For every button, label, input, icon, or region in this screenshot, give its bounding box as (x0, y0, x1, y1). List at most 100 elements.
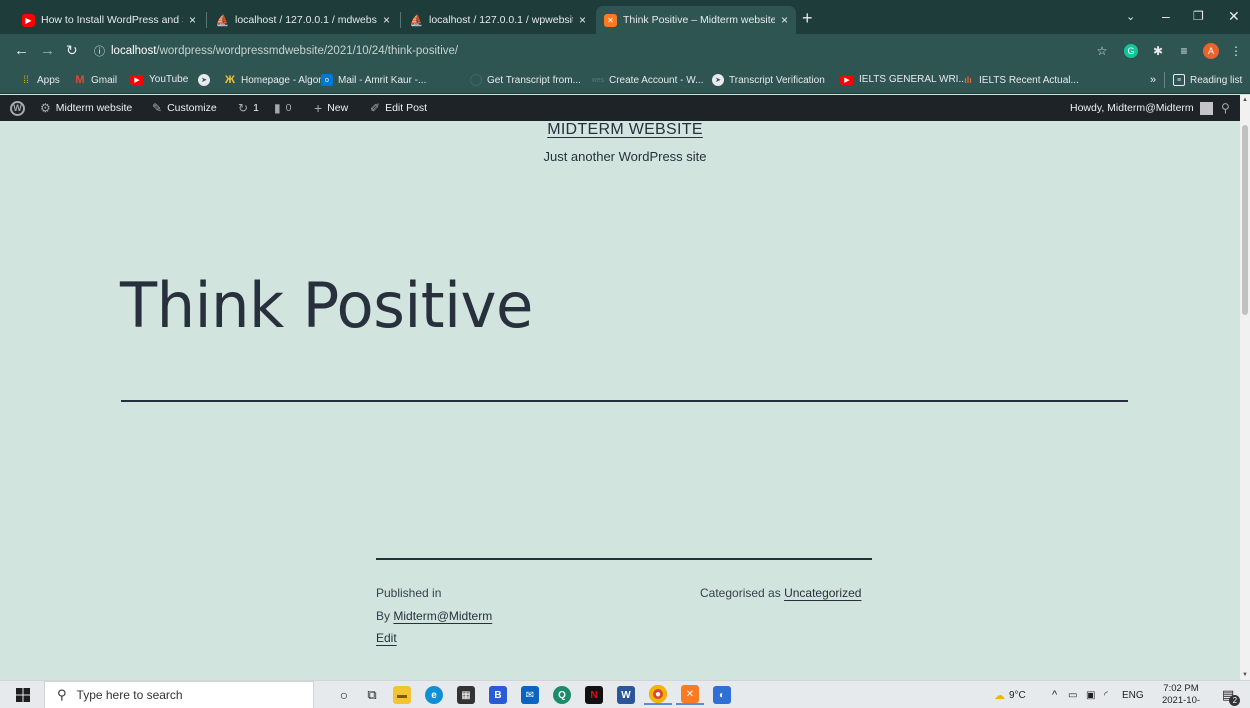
outlook-icon: o (321, 74, 333, 86)
taskbar-file-explorer[interactable]: ▬ (388, 685, 416, 705)
youtube-icon: ▶ (130, 74, 144, 85)
tab-strip: ▶ How to Install WordPress and Set × ⛵ l… (0, 0, 1250, 34)
window-close-button[interactable]: ✕ (1228, 8, 1240, 25)
close-icon[interactable]: × (781, 13, 788, 27)
bookmark-label: Get Transcript from... (487, 74, 581, 86)
tab-youtube-wordpress-install[interactable]: ▶ How to Install WordPress and Set × (14, 6, 204, 34)
wp-customize[interactable]: ✎ Customize (152, 95, 217, 121)
language-indicator[interactable]: ENG (1122, 681, 1144, 708)
site-title-link[interactable]: MIDTERM WEBSITE (547, 121, 703, 138)
bookmarks-overflow-button[interactable]: » (1150, 74, 1156, 86)
wes-icon: wes (591, 76, 605, 84)
wifi-icon[interactable]: ◜ (1104, 681, 1108, 708)
search-placeholder: Type here to search (76, 688, 183, 702)
brush-icon: ✎ (152, 101, 163, 115)
wp-site-name[interactable]: ⚙ Midterm website (40, 95, 132, 121)
address-bar[interactable]: ⓘ localhost/wordpress/wordpressmdwebsite… (94, 39, 1114, 63)
taskbar-b-app[interactable]: B (484, 685, 512, 705)
start-button[interactable] (14, 685, 32, 705)
edit-link[interactable]: Edit (376, 631, 397, 645)
wp-my-account[interactable]: Howdy, Midterm@Midterm (1070, 95, 1213, 121)
notification-badge: 2 (1229, 694, 1241, 706)
author-link[interactable]: Midterm@Midterm (393, 609, 492, 623)
bookmark-create-account[interactable]: wes Create Account - W... (591, 74, 704, 86)
taskbar-chrome-alt[interactable]: ◐ (708, 685, 736, 705)
tab-separator (206, 12, 207, 28)
tab-search-icon[interactable]: ⌄ (1126, 10, 1135, 23)
bookmark-star-icon[interactable]: ☆ (1094, 43, 1110, 59)
taskbar-store[interactable]: ▦ (452, 685, 480, 705)
taskbar-chrome[interactable]: ● (644, 685, 672, 705)
network-icon[interactable]: ▣ (1086, 681, 1095, 708)
wp-updates[interactable]: ↻ 1 (238, 95, 259, 121)
show-hidden-icons-button[interactable]: ^ (1052, 681, 1057, 708)
grammarly-icon[interactable]: G (1124, 44, 1138, 58)
scroll-up-icon[interactable]: ▲ (1242, 97, 1248, 103)
reload-button[interactable]: ↻ (66, 42, 78, 59)
wp-edit-post[interactable]: ✐ Edit Post (370, 95, 427, 121)
taskbar-word[interactable]: W (612, 685, 640, 705)
taskbar-search-input[interactable]: ⚲ Type here to search (44, 681, 314, 708)
taskbar-search-app[interactable]: Q (548, 685, 576, 705)
new-tab-button[interactable]: + (802, 9, 813, 27)
taskbar-clock[interactable]: 7:02 PM 2021-10-24 (1157, 683, 1205, 708)
menu-dots-icon[interactable]: ⋮ (1228, 43, 1244, 59)
cortana-icon[interactable]: ○ (334, 685, 354, 705)
taskbar-xampp[interactable]: ✕ (676, 685, 704, 705)
bookmark-globe[interactable]: ➤ (198, 74, 215, 86)
close-icon[interactable]: × (189, 13, 196, 27)
close-icon[interactable]: × (383, 13, 390, 27)
profile-avatar[interactable]: A (1203, 43, 1219, 59)
xampp-icon: ✕ (604, 13, 617, 27)
tab-phpmyadmin-wpwebsite[interactable]: ⛵ localhost / 127.0.0.1 / wpwebsite × (402, 6, 594, 34)
clock-time: 7:02 PM (1163, 683, 1199, 694)
bookmark-label: Homepage - Algon... (241, 74, 333, 86)
taskbar-edge[interactable]: e (420, 685, 448, 705)
bookmark-label: IELTS GENERAL WRI... (859, 74, 967, 85)
wp-logo-menu[interactable]: W (10, 95, 25, 121)
wp-new[interactable]: + New (314, 95, 348, 121)
maximize-button[interactable]: ❐ (1193, 9, 1204, 23)
taskbar-mail[interactable]: ✉ (516, 685, 544, 705)
bookmark-outlook[interactable]: o Mail - Amrit Kaur -... (321, 74, 426, 86)
battery-icon[interactable]: ▭ (1068, 681, 1077, 708)
forward-button[interactable]: → (40, 42, 55, 59)
task-view-icon[interactable]: ⧉ (360, 685, 384, 705)
bookmark-gmail[interactable]: M Gmail (74, 74, 117, 86)
close-icon[interactable]: × (579, 13, 586, 27)
bookmark-ielts-general[interactable]: ▶ IELTS GENERAL WRI... (840, 74, 967, 85)
reading-list-icon: ≡ (1173, 74, 1185, 86)
weather-widget[interactable]: ☁ 9°C (994, 681, 1026, 708)
notification-center-button[interactable]: ▤ 2 (1222, 681, 1241, 708)
apps-grid-icon: ⁞⁞ (23, 74, 29, 86)
info-icon[interactable]: ⓘ (94, 43, 105, 59)
tab-think-positive[interactable]: ✕ Think Positive – Midterm website × (596, 6, 796, 34)
extensions-icon[interactable]: ✱ (1150, 43, 1166, 59)
bookmark-label: Mail - Amrit Kaur -... (338, 74, 427, 86)
minimize-button[interactable]: – (1162, 8, 1170, 24)
tab-phpmyadmin-mdwebsite[interactable]: ⛵ localhost / 127.0.0.1 / mdwebsite × (208, 6, 398, 34)
media-controls-icon[interactable]: ≡ (1176, 43, 1192, 59)
wp-comments[interactable]: ▮ 0 (274, 95, 291, 121)
category-link[interactable]: Uncategorized (784, 586, 861, 600)
bookmarks-divider (1164, 72, 1165, 88)
edit-link-wrap: Edit (376, 631, 397, 645)
scroll-down-icon[interactable]: ▼ (1242, 672, 1248, 678)
scrollbar-thumb[interactable] (1242, 125, 1248, 315)
customize-label: Customize (167, 102, 217, 114)
taskbar-netflix[interactable]: N (580, 685, 608, 705)
xampp-icon: ✕ (681, 685, 699, 703)
page-scrollbar[interactable]: ▲ ▼ (1240, 95, 1250, 680)
reading-list-button[interactable]: ≡ Reading list (1173, 74, 1242, 86)
zoom-search-icon: Q (553, 686, 571, 704)
word-icon: W (617, 686, 635, 704)
bookmark-get-transcript[interactable]: Get Transcript from... (470, 74, 581, 86)
bookmark-transcript-verification[interactable]: ➤ Transcript Verification (712, 74, 825, 86)
back-button[interactable]: ← (14, 42, 29, 59)
bookmark-ielts-recent[interactable]: ılı IELTS Recent Actual... (962, 74, 1079, 86)
bookmark-label: Create Account - W... (609, 74, 704, 86)
wp-search-icon[interactable]: ⚲ (1221, 95, 1230, 121)
bookmark-algonquin[interactable]: Ж Homepage - Algon... (224, 74, 332, 86)
bookmark-apps[interactable]: ⁞⁞ Apps (20, 74, 60, 86)
bookmark-youtube[interactable]: ▶ YouTube (130, 74, 188, 85)
